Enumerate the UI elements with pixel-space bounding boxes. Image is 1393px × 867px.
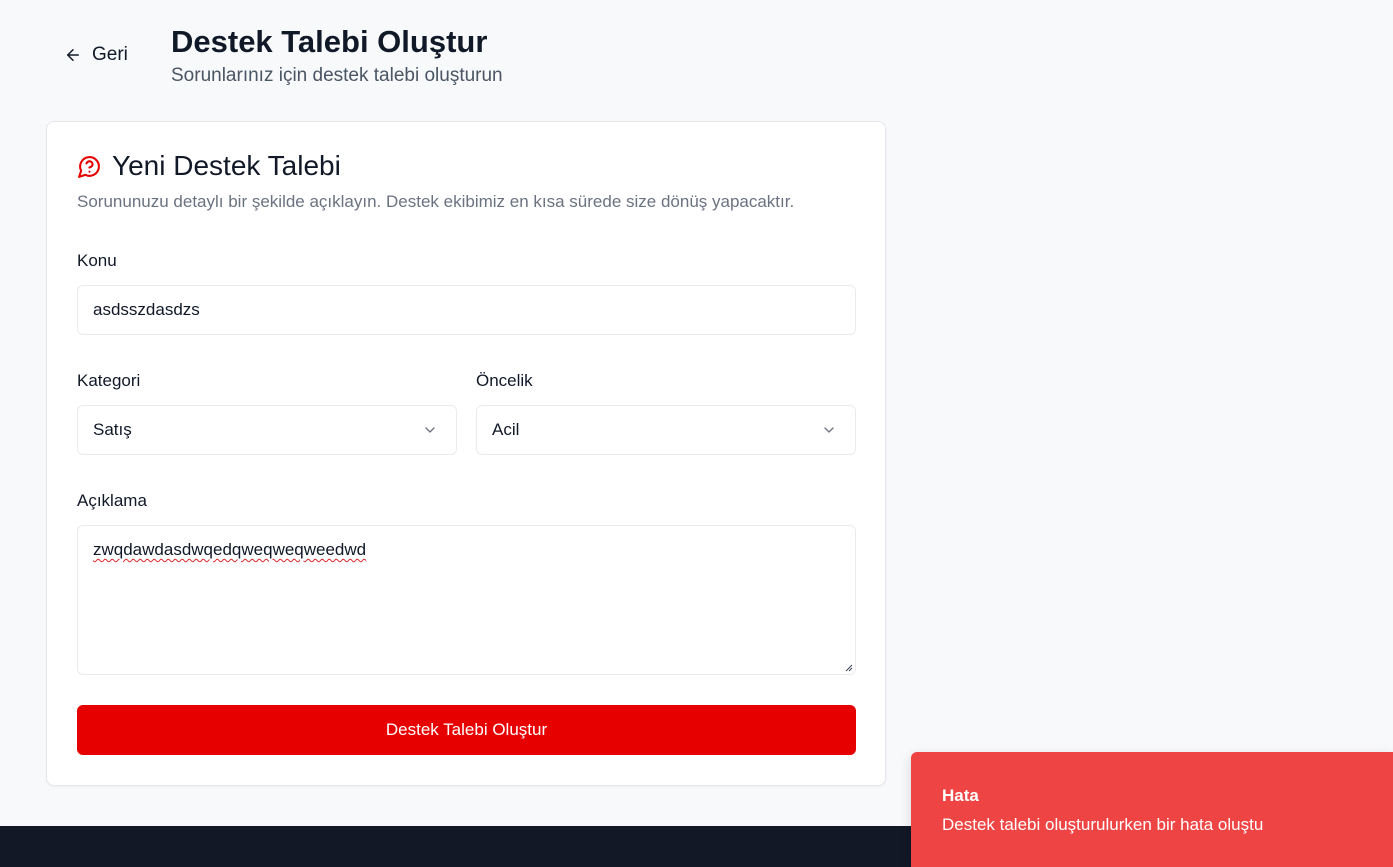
priority-select[interactable]: Acil xyxy=(476,405,856,455)
description-textarea-value: zwqdawdasdwqedqweqweqweedwd xyxy=(93,540,367,559)
subject-input[interactable]: asdsszdasdzs xyxy=(77,285,856,335)
category-select-value: Satış xyxy=(93,420,132,439)
error-toast[interactable]: Hata Destek talebi oluşturulurken bir ha… xyxy=(911,752,1393,867)
description-label: Açıklama xyxy=(77,491,147,510)
back-button-label: Geri xyxy=(92,44,128,65)
arrow-left-icon xyxy=(67,49,79,61)
support-ticket-card: Yeni Destek Talebi Sorununuzu detaylı bi… xyxy=(46,121,886,786)
subject-input-value: asdsszdasdzs xyxy=(93,300,200,319)
card-title-text: Yeni Destek Talebi xyxy=(112,150,341,181)
card-title: Yeni Destek Talebi xyxy=(77,150,341,182)
priority-label: Öncelik xyxy=(476,371,533,390)
page-subtitle: Sorunlarınız için destek talebi oluşturu… xyxy=(171,65,503,86)
chevron-down-icon xyxy=(425,427,435,433)
description-textarea[interactable]: zwqdawdasdwqedqweqweqweedwd xyxy=(77,525,856,675)
page-title: Destek Talebi Oluştur xyxy=(171,24,488,59)
chevron-down-icon xyxy=(824,427,834,433)
page: Geri Destek Talebi Oluştur Sorunlarınız … xyxy=(0,0,1393,867)
toast-message: Destek talebi oluşturulurken bir hata ol… xyxy=(942,815,1264,834)
subject-label: Konu xyxy=(77,251,117,270)
category-select[interactable]: Satış xyxy=(77,405,457,455)
resize-handle-icon[interactable] xyxy=(843,662,853,672)
toast-title: Hata xyxy=(942,786,979,805)
card-description: Sorununuzu detaylı bir şekilde açıklayın… xyxy=(77,192,795,211)
category-label: Kategori xyxy=(77,371,141,390)
back-button[interactable]: Geri xyxy=(64,44,128,66)
submit-button[interactable]: Destek Talebi Oluştur xyxy=(77,705,856,755)
help-circle-icon xyxy=(78,155,100,178)
priority-select-value: Acil xyxy=(492,420,520,439)
